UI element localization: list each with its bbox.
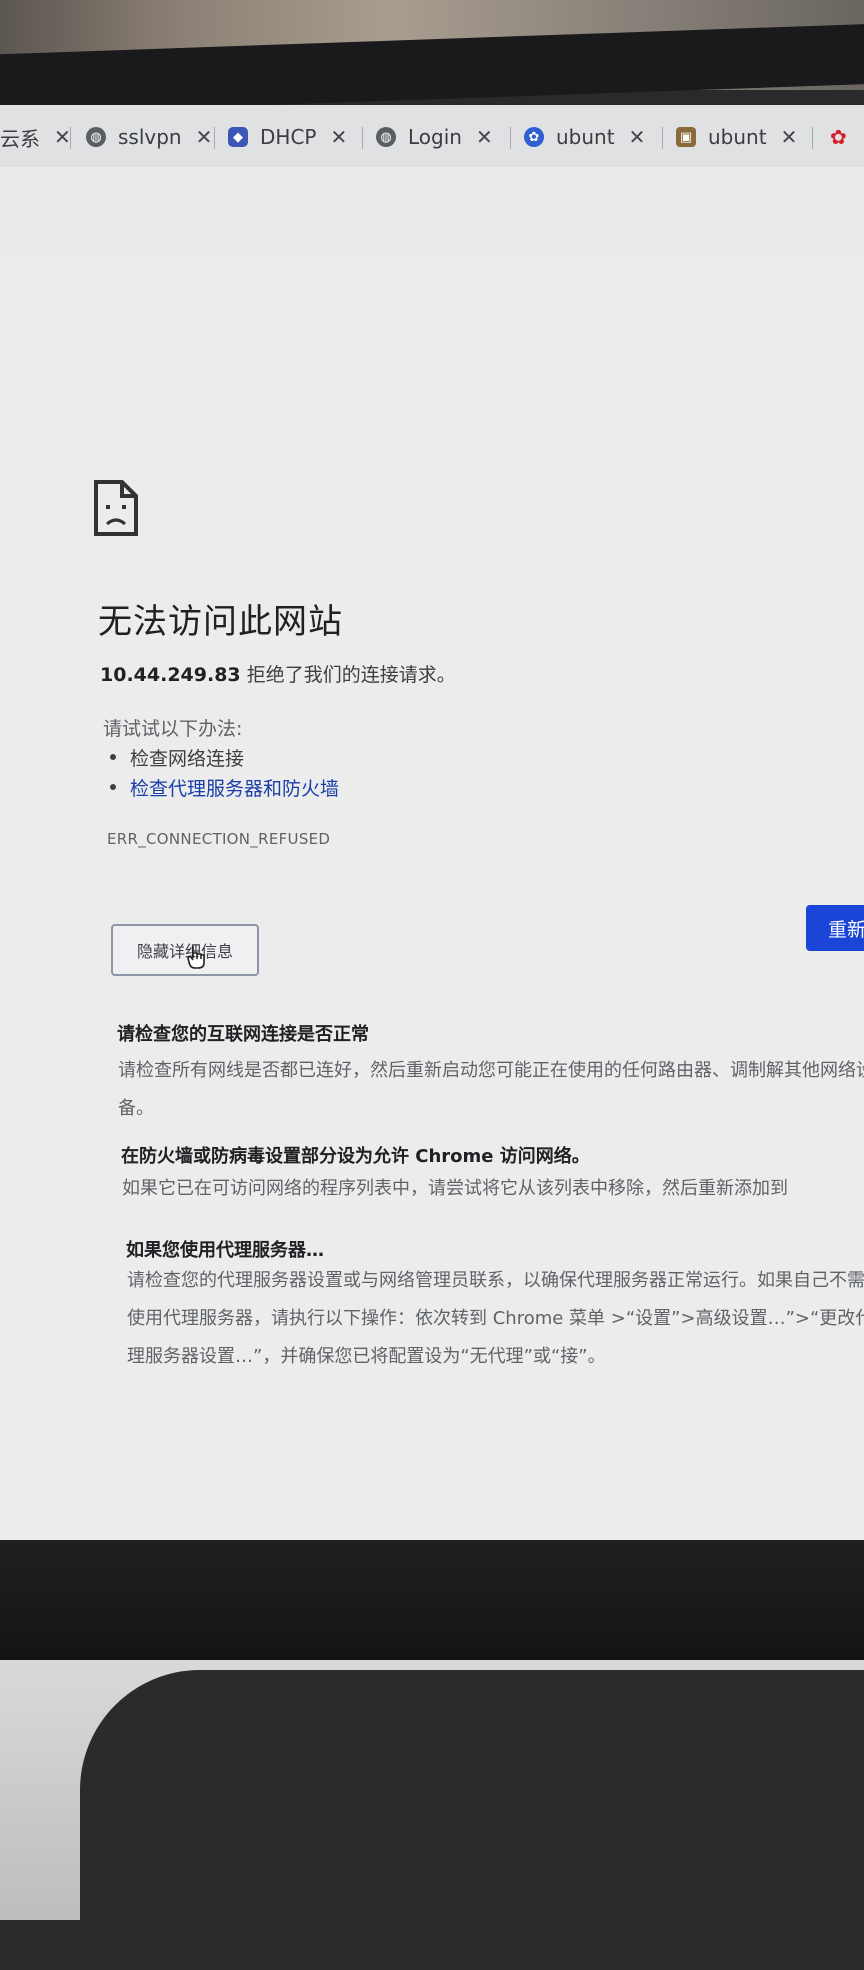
tab-separator — [214, 127, 215, 149]
suggestions-label: 请试试以下办法: — [103, 718, 243, 740]
shield-icon: ◆ — [228, 127, 248, 147]
error-code: ERR_CONNECTION_REFUSED — [107, 830, 331, 848]
host-address: 10.44.249.83 — [100, 664, 241, 686]
close-icon[interactable]: ✕ — [476, 125, 493, 149]
tab-separator — [362, 127, 363, 149]
tab-separator — [812, 127, 813, 149]
tab-separator — [70, 127, 71, 149]
tab-separator — [662, 127, 663, 149]
close-icon[interactable]: ✕ — [781, 125, 798, 149]
close-icon[interactable]: ✕ — [629, 125, 646, 149]
monitor-bezel-bottom — [0, 1540, 864, 1660]
hand-cursor-icon — [187, 946, 205, 969]
details-body-proxy: 请检查您的代理服务器设置或与网络管理员联系，以确保代理服务器正常运行。如果自己不… — [127, 1270, 864, 1367]
tab-strip: 云系 ✕ ◍ sslvpn ✕ ◆ DHCP ✕ ◍ Login ✕ ✿ ubu… — [0, 105, 864, 168]
tab-label: Login — [408, 125, 462, 149]
close-icon[interactable]: ✕ — [330, 125, 347, 149]
app-icon: ▣ — [676, 127, 696, 147]
error-description: 10.44.249.83 拒绝了我们的连接请求。 — [100, 660, 456, 687]
details-body-internet: 请检查所有网线是否都已连好，然后重新启动您可能正在使用的任何路由器、调制解其他网… — [118, 1060, 864, 1119]
tab-ubuntu-1[interactable]: ✿ ubunt ✕ — [524, 119, 645, 155]
globe-icon: ◍ — [376, 127, 396, 147]
reload-button[interactable]: 重新 — [806, 905, 864, 951]
globe-icon: ◍ — [86, 127, 106, 147]
tab-dhcp[interactable]: ◆ DHCP ✕ — [228, 119, 347, 155]
tab-label: DHCP — [260, 125, 317, 149]
tab-label: ubunt — [556, 125, 615, 149]
suggestion-check-network: 检查网络连接 — [109, 744, 244, 771]
tab-label: sslvpn — [118, 125, 182, 149]
hide-details-button[interactable]: 隐藏详细信息 — [111, 924, 259, 976]
tab-separator — [510, 127, 511, 149]
tab-login[interactable]: ◍ Login ✕ — [376, 119, 493, 155]
browser-toolbar — [0, 167, 864, 256]
details-heading-firewall: 在防火墙或防病毒设置部分设为允许 Chrome 访问网络。 — [121, 1146, 590, 1167]
suggestion-check-proxy-link[interactable]: 检查代理服务器和防火墙 — [109, 774, 339, 801]
monitor-stand — [80, 1670, 864, 1970]
close-icon[interactable]: ✕ — [54, 125, 71, 149]
sad-document-icon — [94, 480, 138, 536]
tab-label: 云系 — [0, 126, 40, 151]
refused-text: 拒绝了我们的连接请求。 — [246, 664, 456, 686]
tab-label: ubunt — [708, 125, 767, 149]
close-icon[interactable]: ✕ — [196, 125, 213, 149]
tab-ubuntu-2[interactable]: ▣ ubunt ✕ — [676, 119, 797, 155]
details-body-firewall: 如果它已在可访问网络的程序列表中，请尝试将它从该列表中移除，然后重新添加到 — [122, 1178, 788, 1199]
error-title: 无法访问此网站 — [98, 602, 343, 642]
tab-yunxi[interactable]: 云系 ✕ — [0, 119, 71, 155]
paw-icon: ✿ — [524, 127, 544, 147]
huawei-logo-icon[interactable]: ✿ — [830, 125, 847, 149]
tab-sslvpn[interactable]: ◍ sslvpn ✕ — [86, 119, 212, 155]
details-heading-internet: 请检查您的互联网连接是否正常 — [117, 1024, 369, 1045]
details-heading-proxy: 如果您使用代理服务器… — [126, 1240, 324, 1261]
